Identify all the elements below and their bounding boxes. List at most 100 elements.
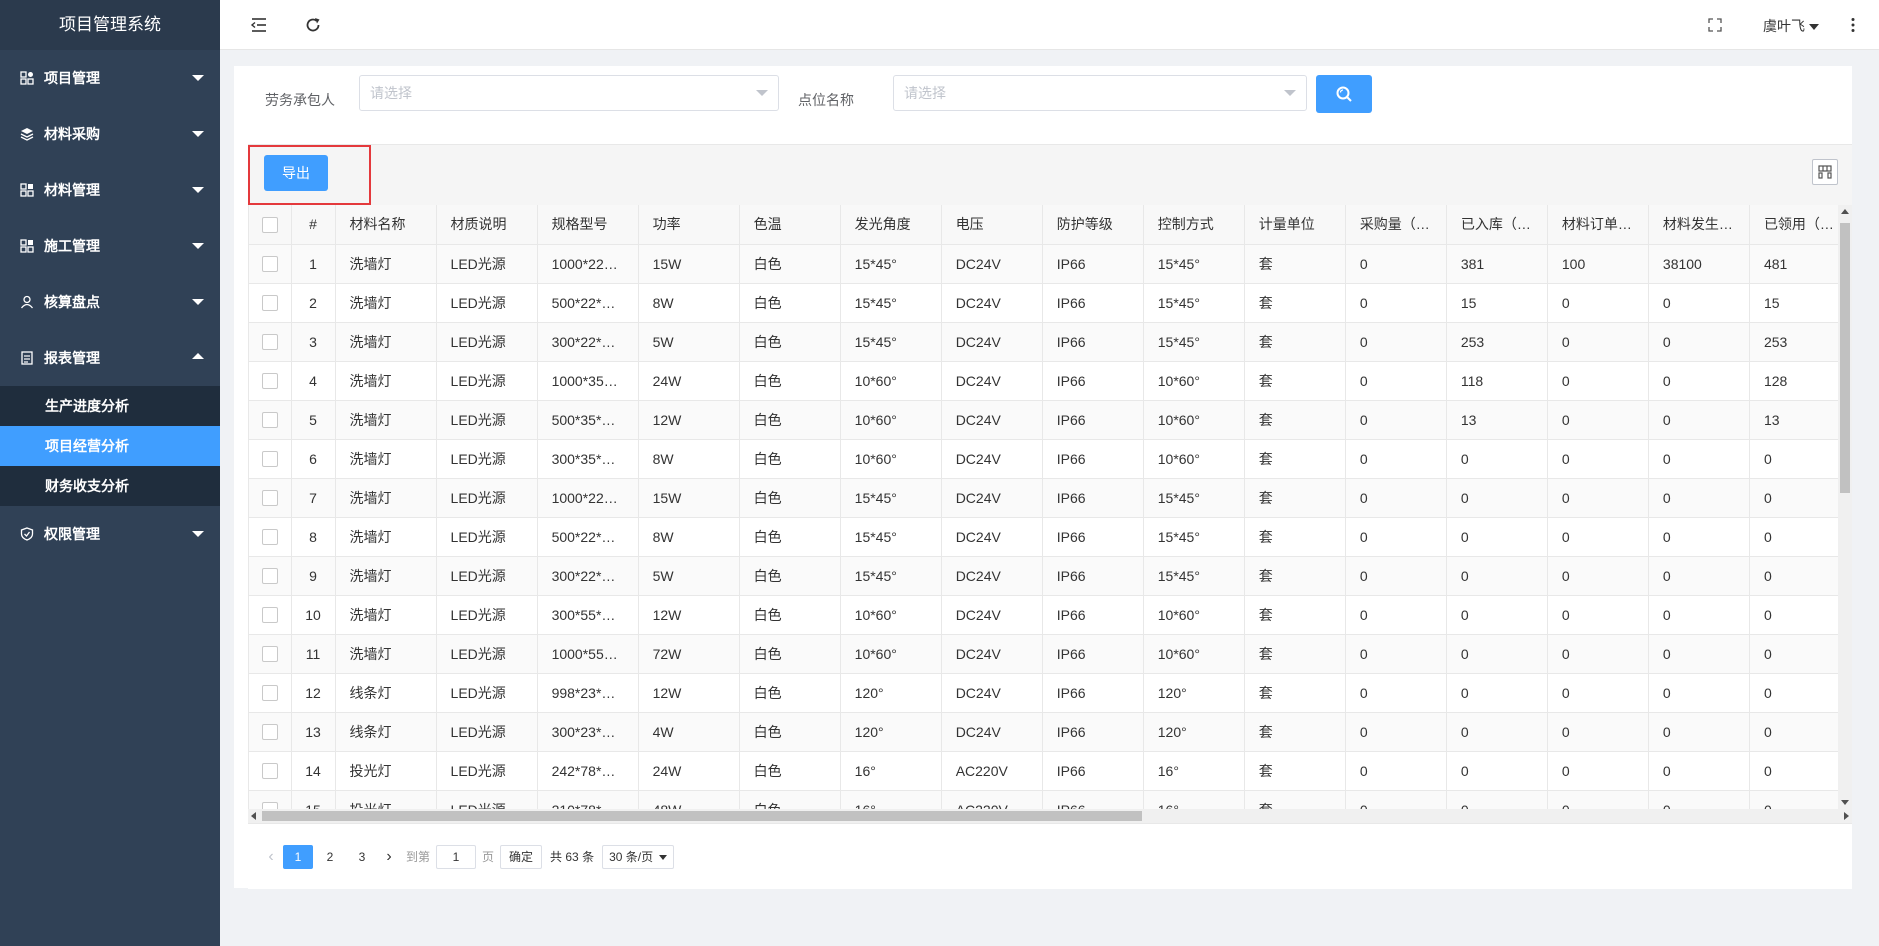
goto-confirm-button[interactable]: 确定 — [500, 844, 543, 869]
table-row[interactable]: 2 洗墙灯 LED光源 500*22*… 8W 白色 15*45° DC24V IP66 15*4… — [249, 283, 1838, 323]
scrollbar-thumb[interactable] — [262, 811, 1142, 821]
page-size-select[interactable]: 30 条/页 — [602, 844, 675, 869]
row-checkbox[interactable] — [261, 607, 278, 624]
scrollbar-thumb[interactable] — [1840, 223, 1850, 493]
table-cell: 0 — [1648, 634, 1750, 674]
row-checkbox[interactable] — [261, 334, 278, 351]
table-cell: 15*45° — [840, 478, 942, 518]
table-cell: 5W — [638, 322, 740, 362]
table-cell: LED光源 — [436, 439, 538, 479]
row-index: 5 — [291, 400, 336, 440]
shield-icon — [20, 527, 34, 541]
sidebar-item-material[interactable]: 材料管理 — [0, 162, 220, 218]
sidebar-item-finance[interactable]: 财务收支分析 — [0, 466, 220, 506]
sidebar-item-permissions[interactable]: 权限管理 — [0, 506, 220, 562]
table-cell: 24W — [638, 361, 740, 401]
table-cell: IP66 — [1042, 322, 1144, 362]
sidebar-item-purchase[interactable]: 材料采购 — [0, 106, 220, 162]
prev-page-icon[interactable]: ‹ — [260, 846, 282, 868]
table-row[interactable]: 14 投光灯 LED光源 242*78*… 24W 白色 16° AC220V IP66 16° 套… — [249, 751, 1838, 791]
sidebar-item-accounting[interactable]: 核算盘点 — [0, 274, 220, 330]
fullscreen-icon[interactable] — [1706, 16, 1724, 34]
row-checkbox[interactable] — [261, 412, 278, 429]
scroll-down-icon[interactable] — [1841, 800, 1849, 805]
row-checkbox[interactable] — [261, 724, 278, 741]
contractor-select[interactable]: 请选择 — [359, 75, 779, 111]
table-cell: 15*45° — [1143, 322, 1245, 362]
column-settings-button[interactable] — [1812, 159, 1838, 185]
sidebar-item-production-progress[interactable]: 生产进度分析 — [0, 386, 220, 426]
page-number[interactable]: 3 — [347, 845, 377, 869]
data-table-panel: 导出 # 材料名称 材质说明 规格型号 功率 色温 发光角度 电压 防护等级 控… — [248, 144, 1852, 889]
vertical-scrollbar[interactable] — [1838, 205, 1852, 809]
row-checkbox[interactable] — [261, 295, 278, 312]
table-row[interactable]: 9 洗墙灯 LED光源 300*22*… 5W 白色 15*45° DC24V IP66 15*4… — [249, 556, 1838, 596]
table-row[interactable]: 5 洗墙灯 LED光源 500*35*… 12W 白色 10*60° DC24V IP66 10*… — [249, 400, 1838, 440]
table-row[interactable]: 6 洗墙灯 LED光源 300*35*… 8W 白色 10*60° DC24V IP66 10*6… — [249, 439, 1838, 479]
table-cell: 210*78*… — [537, 790, 639, 809]
menu-fold-icon[interactable] — [250, 16, 268, 34]
row-select-cell — [249, 322, 292, 362]
table-row[interactable]: 13 线条灯 LED光源 300*23*… 4W 白色 120° DC24V IP66 120° 套… — [249, 712, 1838, 752]
table-row[interactable]: 15投光灯LED光源210*78*…48W白色16°AC220VIP6616°套… — [249, 790, 1838, 809]
table-row[interactable]: 8 洗墙灯 LED光源 500*22*… 8W 白色 15*45° DC24V IP66 15*4… — [249, 517, 1838, 557]
top-header: 虞叶飞 — [220, 0, 1879, 50]
horizontal-scrollbar[interactable] — [248, 809, 1852, 823]
row-index: 8 — [291, 517, 336, 557]
page-number[interactable]: 1 — [283, 844, 313, 869]
row-checkbox[interactable] — [261, 763, 278, 780]
sidebar-item-project-operation[interactable]: 项目经营分析 — [0, 426, 220, 466]
sidebar-item-construction[interactable]: 施工管理 — [0, 218, 220, 274]
table-cell: 洗墙灯 — [335, 517, 437, 557]
select-all-checkbox[interactable] — [261, 216, 278, 233]
row-select-cell — [249, 283, 292, 323]
row-checkbox[interactable] — [261, 373, 278, 390]
table-row[interactable]: 4 洗墙灯 LED光源 1000*35… 24W 白色 10*60° DC24V IP66 10*… — [249, 361, 1838, 401]
table-row[interactable]: 10 洗墙灯 LED光源 300*55*… 12W 白色 10*60° DC24V IP66 10… — [249, 595, 1838, 635]
scroll-left-icon[interactable] — [251, 812, 256, 820]
table-row[interactable]: 1 洗墙灯 LED光源 1000*22… 15W 白色 15*45° DC24V IP66 15*… — [249, 244, 1838, 284]
table-cell: 381 — [1446, 244, 1548, 284]
row-checkbox[interactable] — [261, 685, 278, 702]
next-page-icon[interactable]: › — [378, 846, 400, 868]
row-checkbox[interactable] — [261, 490, 278, 507]
row-checkbox[interactable] — [261, 256, 278, 273]
table-cell: 0 — [1547, 517, 1649, 557]
table-cell: 300*22*… — [537, 556, 639, 596]
table-cell: AC220V — [941, 751, 1043, 791]
reports-submenu: 生产进度分析 项目经营分析 财务收支分析 — [0, 386, 220, 506]
sidebar-item-project[interactable]: 项目管理 — [0, 50, 220, 106]
table-cell: 0 — [1547, 361, 1649, 401]
user-dropdown[interactable]: 虞叶飞 — [1763, 16, 1819, 36]
contractor-placeholder: 请选择 — [370, 85, 412, 101]
export-button[interactable]: 导出 — [264, 155, 328, 191]
refresh-icon[interactable] — [304, 16, 322, 34]
point-select[interactable]: 请选择 — [893, 75, 1307, 111]
table-cell: LED光源 — [436, 712, 538, 752]
table-cell: 0 — [1345, 595, 1447, 635]
table-cell: IP66 — [1042, 790, 1144, 809]
table-row[interactable]: 11 洗墙灯 LED光源 1000*55… 72W 白色 10*60° DC24V IP66 10… — [249, 634, 1838, 674]
row-checkbox[interactable] — [261, 802, 278, 809]
table-cell: 0 — [1345, 439, 1447, 479]
table-cell: 0 — [1345, 751, 1447, 791]
table-row[interactable]: 3 洗墙灯 LED光源 300*22*… 5W 白色 15*45° DC24V IP66 15*4… — [249, 322, 1838, 362]
table-cell: 1000*55… — [537, 634, 639, 674]
row-index: 12 — [291, 673, 336, 713]
scroll-up-icon[interactable] — [1841, 209, 1849, 214]
row-checkbox[interactable] — [261, 529, 278, 546]
search-button[interactable] — [1316, 75, 1372, 113]
page-number[interactable]: 2 — [315, 845, 345, 869]
sidebar-item-label: 权限管理 — [44, 526, 100, 542]
table-row[interactable]: 12 线条灯 LED光源 998*23*… 12W 白色 120° DC24V IP66 120°… — [249, 673, 1838, 713]
table-row[interactable]: 7 洗墙灯 LED光源 1000*22… 15W 白色 15*45° DC24V IP66 15*… — [249, 478, 1838, 518]
scroll-right-icon[interactable] — [1844, 812, 1849, 820]
sidebar-item-reports[interactable]: 报表管理 — [0, 330, 220, 386]
row-checkbox[interactable] — [261, 646, 278, 663]
more-vertical-icon[interactable] — [1844, 16, 1862, 34]
row-checkbox[interactable] — [261, 568, 278, 585]
row-select-cell — [249, 361, 292, 401]
goto-page-input[interactable]: 1 — [436, 844, 477, 869]
row-checkbox[interactable] — [261, 451, 278, 468]
table-cell: 10*60° — [840, 361, 942, 401]
